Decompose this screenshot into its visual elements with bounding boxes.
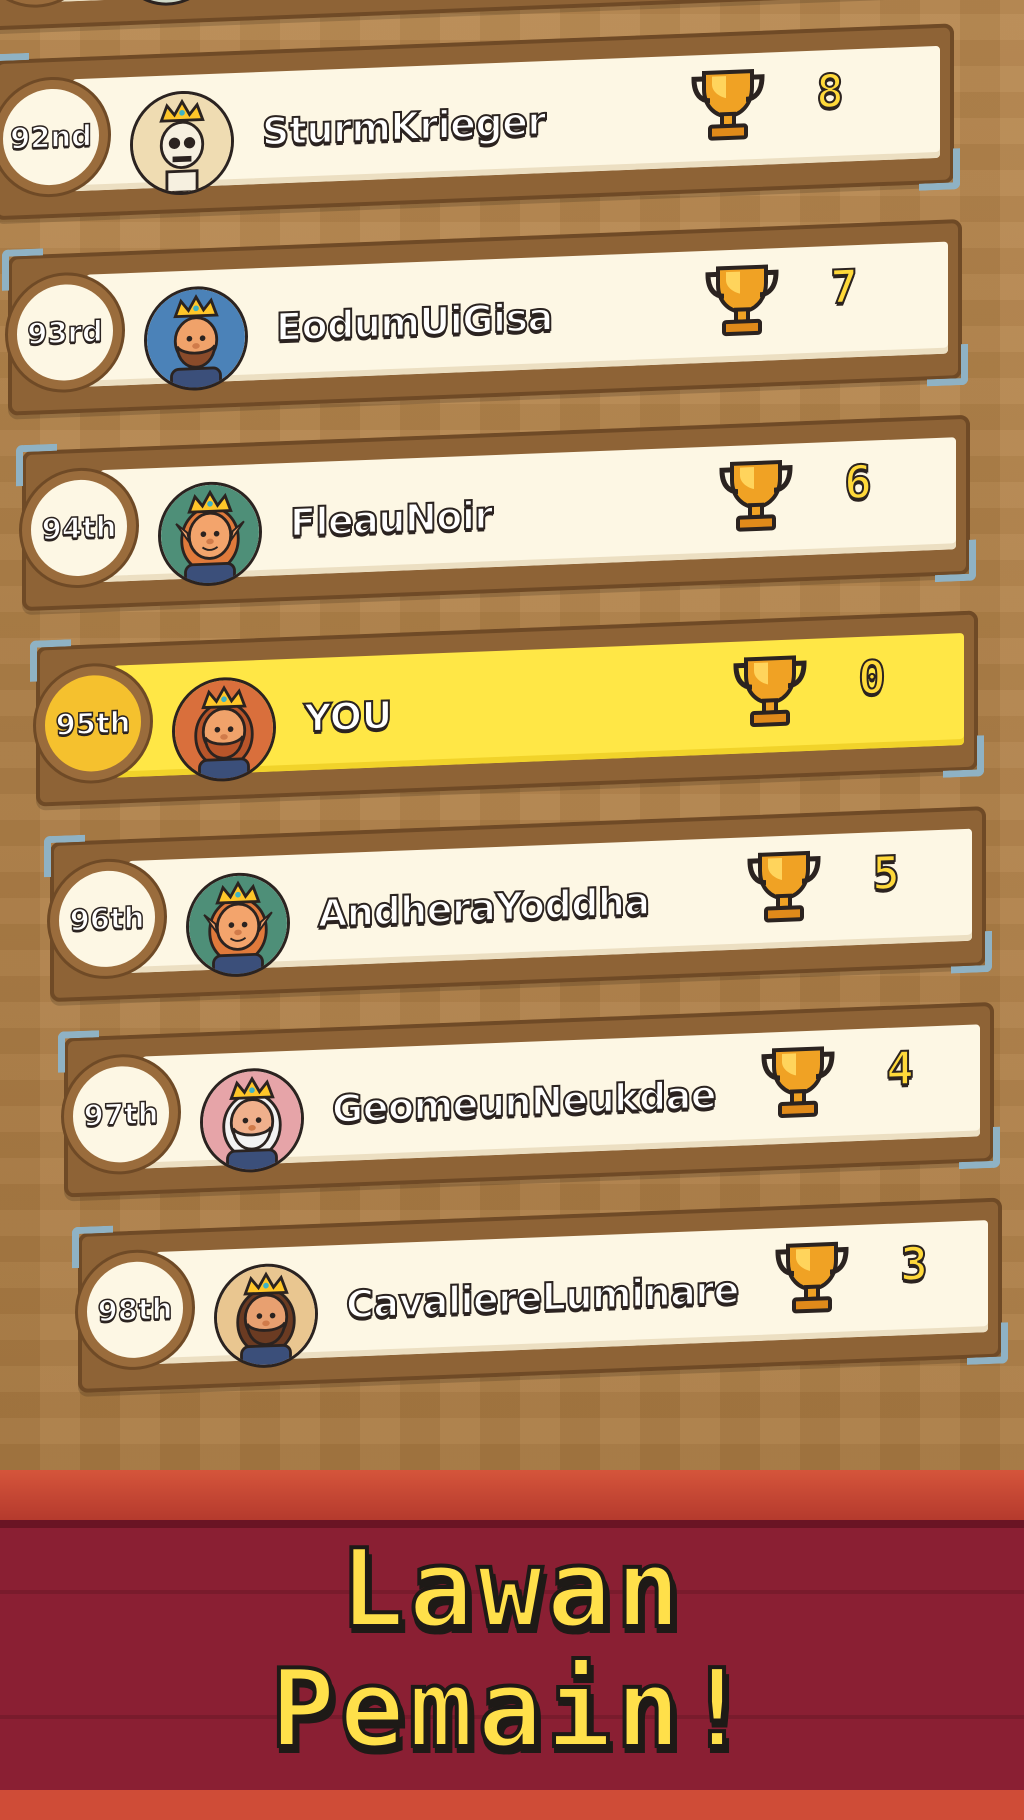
trophy-score: 7: [829, 258, 859, 315]
trophy-icon: [691, 69, 765, 141]
elf-queen-icon: [189, 875, 287, 976]
trophy-icon: [733, 655, 807, 728]
leaderboard-row[interactable]: 97th GeomeunNeukdae 4: [58, 1001, 1000, 1198]
mustached-king-icon: [217, 1266, 315, 1367]
trophy-score: 8: [815, 63, 845, 120]
row-frame: [0, 0, 980, 31]
trophy-icon: [761, 1046, 835, 1118]
trophy-score: 3: [899, 1235, 929, 1292]
leaderboard-row[interactable]: 92nd SturmKrieger 8: [0, 23, 960, 221]
elf-queen-icon: [161, 484, 259, 585]
banner-top-band: [0, 1470, 1024, 1528]
leaderboard-row[interactable]: 93rd EodumUiGisa 7: [2, 219, 968, 416]
trophy-icon: [705, 264, 779, 337]
trophy-icon: [775, 1241, 849, 1314]
red-bearded-king-icon: [175, 680, 273, 781]
leaderboard-list[interactable]: 92nd SturmKrieger 8 93rd EodumUiGisa 7 9…: [0, 0, 1024, 1470]
leaderboard-row-partial: [0, 0, 980, 31]
bald-bearded-king-icon: [147, 289, 245, 390]
trophy-icon: [747, 850, 821, 923]
trophy-score: 4: [885, 1040, 915, 1097]
old-white-bearded-king-icon: [203, 1071, 301, 1172]
player-name: YOU: [303, 692, 393, 741]
leaderboard-row[interactable]: 94th FleauNoir 6: [16, 414, 976, 612]
trophy-icon: [719, 459, 793, 532]
banner-title-line2: Pemain!: [268, 1647, 754, 1772]
promo-banner: Lawan Pemain!: [0, 1470, 1024, 1820]
player-name: FleauNoir: [289, 492, 494, 546]
leaderboard-row-you[interactable]: 95th YOU 0: [30, 610, 984, 807]
banner-bottom-band: [0, 1790, 1024, 1820]
banner-title-line1: Lawan: [337, 1527, 685, 1652]
trophy-score: 5: [871, 844, 901, 901]
trophy-score: 0: [857, 649, 887, 706]
banner-title: Lawan Pemain!: [0, 1527, 1024, 1772]
skeleton-king-icon: [133, 93, 231, 194]
trophy-score: 6: [843, 454, 873, 511]
leaderboard-row[interactable]: 98th CavaliereLuminare 3: [72, 1197, 1008, 1394]
leaderboard-row[interactable]: 96th AndheraYoddha 5: [44, 806, 992, 1003]
